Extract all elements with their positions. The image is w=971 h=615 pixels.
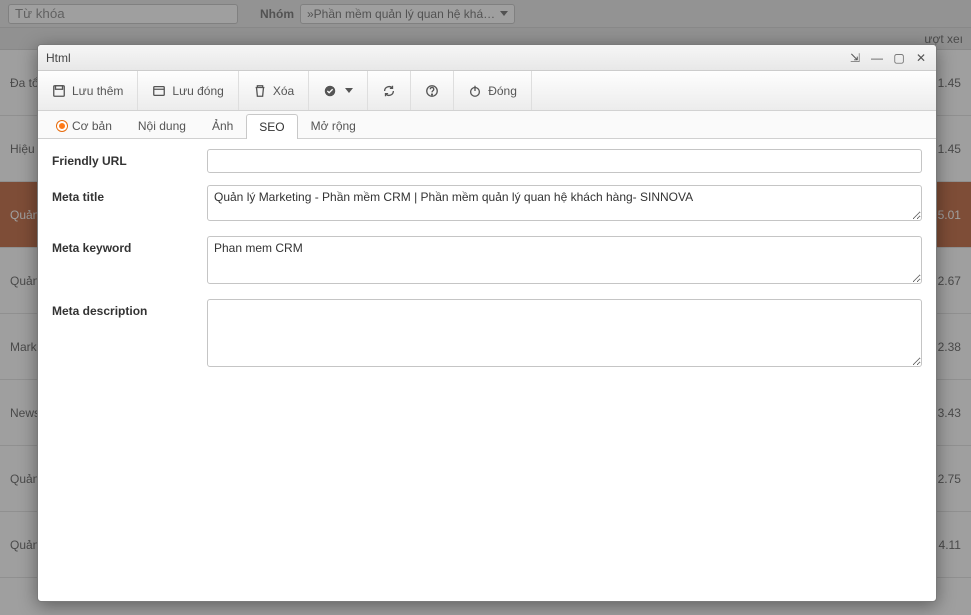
refresh-button[interactable] xyxy=(368,71,411,110)
save-more-icon xyxy=(52,84,66,98)
save-close-icon xyxy=(152,84,166,98)
check-circle-icon xyxy=(323,84,337,98)
tab-extend-label: Mở rộng xyxy=(311,119,356,133)
meta-description-row: Meta description xyxy=(52,299,922,370)
seo-form: Friendly URL Meta title Meta keyword Met… xyxy=(38,139,936,601)
radio-icon xyxy=(57,121,67,131)
tab-basic-label: Cơ bản xyxy=(72,119,112,133)
help-button[interactable] xyxy=(411,71,454,110)
meta-title-label: Meta title xyxy=(52,185,207,204)
tab-extend[interactable]: Mở rộng xyxy=(298,113,369,138)
save-close-label: Lưu đóng xyxy=(172,84,223,98)
tab-image-label: Ảnh xyxy=(212,119,233,133)
delete-button[interactable]: Xóa xyxy=(239,71,309,110)
friendly-url-row: Friendly URL xyxy=(52,149,922,173)
tab-basic[interactable]: Cơ bản xyxy=(44,113,125,138)
delete-label: Xóa xyxy=(273,84,294,98)
save-more-label: Lưu thêm xyxy=(72,84,123,98)
dialog-title: Html xyxy=(46,51,71,65)
minimize-icon[interactable]: — xyxy=(870,51,884,65)
close-button[interactable]: Đóng xyxy=(454,71,532,110)
meta-description-input[interactable] xyxy=(207,299,922,367)
tab-seo-label: SEO xyxy=(259,120,284,134)
dialog-tabs: Cơ bản Nội dung Ảnh SEO Mở rộng xyxy=(38,111,936,139)
save-more-button[interactable]: Lưu thêm xyxy=(38,71,138,110)
friendly-url-input[interactable] xyxy=(207,149,922,173)
save-close-button[interactable]: Lưu đóng xyxy=(138,71,238,110)
tab-seo[interactable]: SEO xyxy=(246,114,297,139)
pin-icon[interactable]: ⇲ xyxy=(848,51,862,65)
trash-icon xyxy=(253,84,267,98)
tab-content[interactable]: Nội dung xyxy=(125,113,199,138)
meta-keyword-row: Meta keyword xyxy=(52,236,922,287)
power-icon xyxy=(468,84,482,98)
window-controls: ⇲ — ▢ ✕ xyxy=(848,51,928,65)
html-dialog: Html ⇲ — ▢ ✕ Lưu thêm Lưu đóng Xóa xyxy=(37,44,937,602)
friendly-url-label: Friendly URL xyxy=(52,149,207,168)
meta-keyword-input[interactable] xyxy=(207,236,922,284)
meta-keyword-label: Meta keyword xyxy=(52,236,207,255)
meta-title-row: Meta title xyxy=(52,185,922,224)
dialog-titlebar[interactable]: Html ⇲ — ▢ ✕ xyxy=(38,45,936,71)
close-icon[interactable]: ✕ xyxy=(914,51,928,65)
approve-button[interactable] xyxy=(309,71,368,110)
close-label: Đóng xyxy=(488,84,517,98)
meta-description-label: Meta description xyxy=(52,299,207,318)
help-icon xyxy=(425,84,439,98)
maximize-icon[interactable]: ▢ xyxy=(892,51,906,65)
tab-image[interactable]: Ảnh xyxy=(199,113,246,138)
chevron-down-icon xyxy=(345,88,353,93)
meta-title-input[interactable] xyxy=(207,185,922,221)
tab-content-label: Nội dung xyxy=(138,119,186,133)
refresh-icon xyxy=(382,84,396,98)
dialog-toolbar: Lưu thêm Lưu đóng Xóa Đóng xyxy=(38,71,936,111)
